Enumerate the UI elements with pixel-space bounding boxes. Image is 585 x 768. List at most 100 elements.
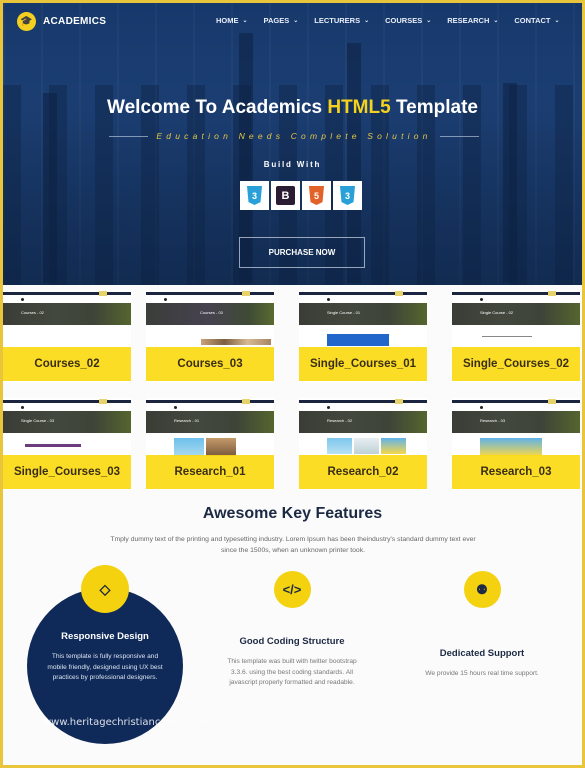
graduation-cap-icon: 🎓: [17, 11, 36, 31]
thumb-caption: Courses_02: [3, 347, 131, 381]
features-subtitle: Tmply dummy text of the printing and typ…: [110, 536, 476, 554]
thumb-caption: Single_Courses_03: [3, 455, 131, 489]
thumbnail-research-01[interactable]: Research - 01 Research_01: [146, 398, 274, 490]
watermark-text-faded: ollege.com: [160, 717, 216, 728]
nav-item-research[interactable]: RESEARCH ⌄: [447, 16, 498, 25]
thumb-topbar-accent: [99, 291, 107, 296]
nav-item-courses[interactable]: COURSES ⌄: [385, 16, 431, 25]
nav-item-pages[interactable]: PAGES ⌄: [264, 16, 299, 25]
thumb-content-image: [201, 339, 271, 345]
thumb-banner-title: Single Course - 01: [327, 310, 361, 315]
hero-title-suffix: Template: [390, 97, 478, 118]
thumb-banner-title: Courses - 03: [200, 310, 223, 315]
nav-item-lecturers[interactable]: LECTURERS ⌄: [314, 16, 369, 25]
thumb-caption: Research_02: [299, 455, 427, 489]
thumb-topbar: [299, 292, 427, 295]
thumbnail-single-courses-03[interactable]: Single Course - 03 Single_Courses_03: [3, 398, 131, 490]
logo[interactable]: 🎓 ACADEMICS: [17, 11, 107, 31]
thumb-topbar: [3, 292, 131, 295]
thumb-content-line: [482, 336, 532, 337]
feature-good-coding-structure: </> Good Coding Structure This template …: [225, 571, 359, 689]
thumb-caption: Single_Courses_01: [299, 347, 427, 381]
thumbnail-research-03[interactable]: Research - 03 Research_03: [452, 398, 580, 490]
chevron-down-icon: ⌄: [364, 18, 370, 24]
thumb-topbar-accent: [99, 399, 107, 404]
thumb-content-image: [327, 438, 352, 454]
thumb-logo: [327, 406, 330, 409]
divider: [109, 135, 149, 137]
thumb-banner-title: Research - 02: [327, 418, 353, 423]
watermark-text: www.heritagechristianc: [43, 717, 161, 728]
nav-label: PAGES: [263, 16, 290, 25]
thumb-caption: Single_Courses_02: [452, 347, 580, 381]
thumb-topbar-accent: [395, 291, 403, 296]
main-nav: HOME ⌄ PAGES ⌄ LECTURERS ⌄ COURSES ⌄ RESEARC…: [216, 16, 576, 25]
hero-tagline: Education Needs Complete Solution: [156, 131, 432, 141]
chevron-down-icon: ⌄: [293, 18, 299, 24]
tech-stack: 3 B 5 3: [240, 181, 364, 210]
thumb-caption: Research_01: [146, 455, 274, 489]
features-title: Awesome Key Features: [202, 505, 383, 522]
nav-label: HOME: [216, 16, 239, 25]
thumbnail-courses-02[interactable]: Courses - 02 Courses_02: [3, 290, 131, 382]
thumb-caption: Courses_03: [146, 347, 274, 381]
thumb-content-image: [480, 438, 542, 456]
divider: [439, 135, 479, 137]
purchase-now-button[interactable]: PURCHASE NOW: [239, 237, 365, 268]
thumb-banner: [452, 411, 580, 433]
thumb-topbar-accent: [548, 399, 556, 404]
thumb-topbar-accent: [242, 291, 250, 296]
thumbnail-single-courses-01[interactable]: Single Course - 01 Single_Courses_01: [299, 290, 427, 382]
feature-description: We provide 15 hours real time support.: [425, 670, 539, 677]
thumb-topbar: [146, 292, 274, 295]
hero-title-prefix: Welcome To Academics: [107, 97, 328, 118]
thumb-logo: [327, 298, 330, 301]
thumb-content-image: [354, 438, 379, 454]
thumb-banner: [299, 303, 427, 325]
thumbnail-courses-03[interactable]: Courses - 03 Courses_03: [146, 290, 274, 382]
nav-label: CONTACT: [514, 16, 551, 25]
thumb-topbar-accent: [395, 399, 403, 404]
tech-badge-css3: 3: [240, 181, 269, 210]
chevron-down-icon: ⌄: [554, 18, 560, 24]
thumb-topbar-accent: [548, 291, 556, 296]
thumbnail-single-courses-02[interactable]: Single Course - 02 Single_Courses_02: [452, 290, 580, 382]
feature-responsive-design: ◇ Responsive Design This template is ful…: [27, 565, 183, 684]
nav-label: RESEARCH: [447, 16, 490, 25]
hero-title-highlight: HTML5: [327, 97, 391, 118]
thumb-content-image: [381, 438, 406, 454]
thumb-topbar: [452, 400, 580, 403]
thumbnail-research-02[interactable]: Research - 02 Research_02: [299, 398, 427, 490]
thumb-content-bar: [25, 444, 81, 447]
thumb-banner-title: Single Course - 03: [21, 418, 55, 423]
thumb-logo: [21, 406, 24, 409]
thumb-logo: [164, 298, 167, 301]
feature-description: This template is fully responsive and mo…: [47, 653, 163, 681]
thumb-banner: [299, 411, 427, 433]
thumb-caption: Research_03: [452, 455, 580, 489]
thumb-topbar: [146, 400, 274, 403]
thumb-banner-title: Research - 01: [174, 418, 200, 423]
feature-title: Responsive Design: [61, 631, 149, 642]
nav-item-home[interactable]: HOME ⌄: [216, 16, 248, 25]
feature-description: This template was built with twitter boo…: [227, 658, 357, 686]
navbar: 🎓 ACADEMICS HOME ⌄ PAGES ⌄ LECTURERS ⌄ COUR…: [3, 3, 582, 39]
page-frame: 🎓 ACADEMICS HOME ⌄ PAGES ⌄ LECTURERS ⌄ COUR…: [3, 3, 582, 765]
chevron-down-icon: ⌄: [426, 18, 432, 24]
thumb-banner: [452, 303, 580, 325]
diamond-icon: ◇: [81, 565, 129, 613]
thumb-content-image: [327, 334, 389, 346]
html5-icon: 5: [309, 186, 324, 205]
tech-badge-html5: 5: [302, 181, 331, 210]
thumb-topbar: [3, 400, 131, 403]
nav-label: LECTURERS: [314, 16, 361, 25]
thumb-topbar: [299, 400, 427, 403]
css3-icon: 3: [340, 186, 355, 205]
nav-item-contact[interactable]: CONTACT ⌄: [514, 16, 559, 25]
users-icon: ⚉: [463, 571, 501, 608]
build-with-label: Build With: [263, 160, 322, 169]
thumb-banner-title: Courses - 02: [21, 310, 44, 315]
thumb-banner: [146, 411, 274, 433]
logo-text: ACADEMICS: [43, 15, 107, 27]
thumb-content-image: [206, 438, 236, 456]
